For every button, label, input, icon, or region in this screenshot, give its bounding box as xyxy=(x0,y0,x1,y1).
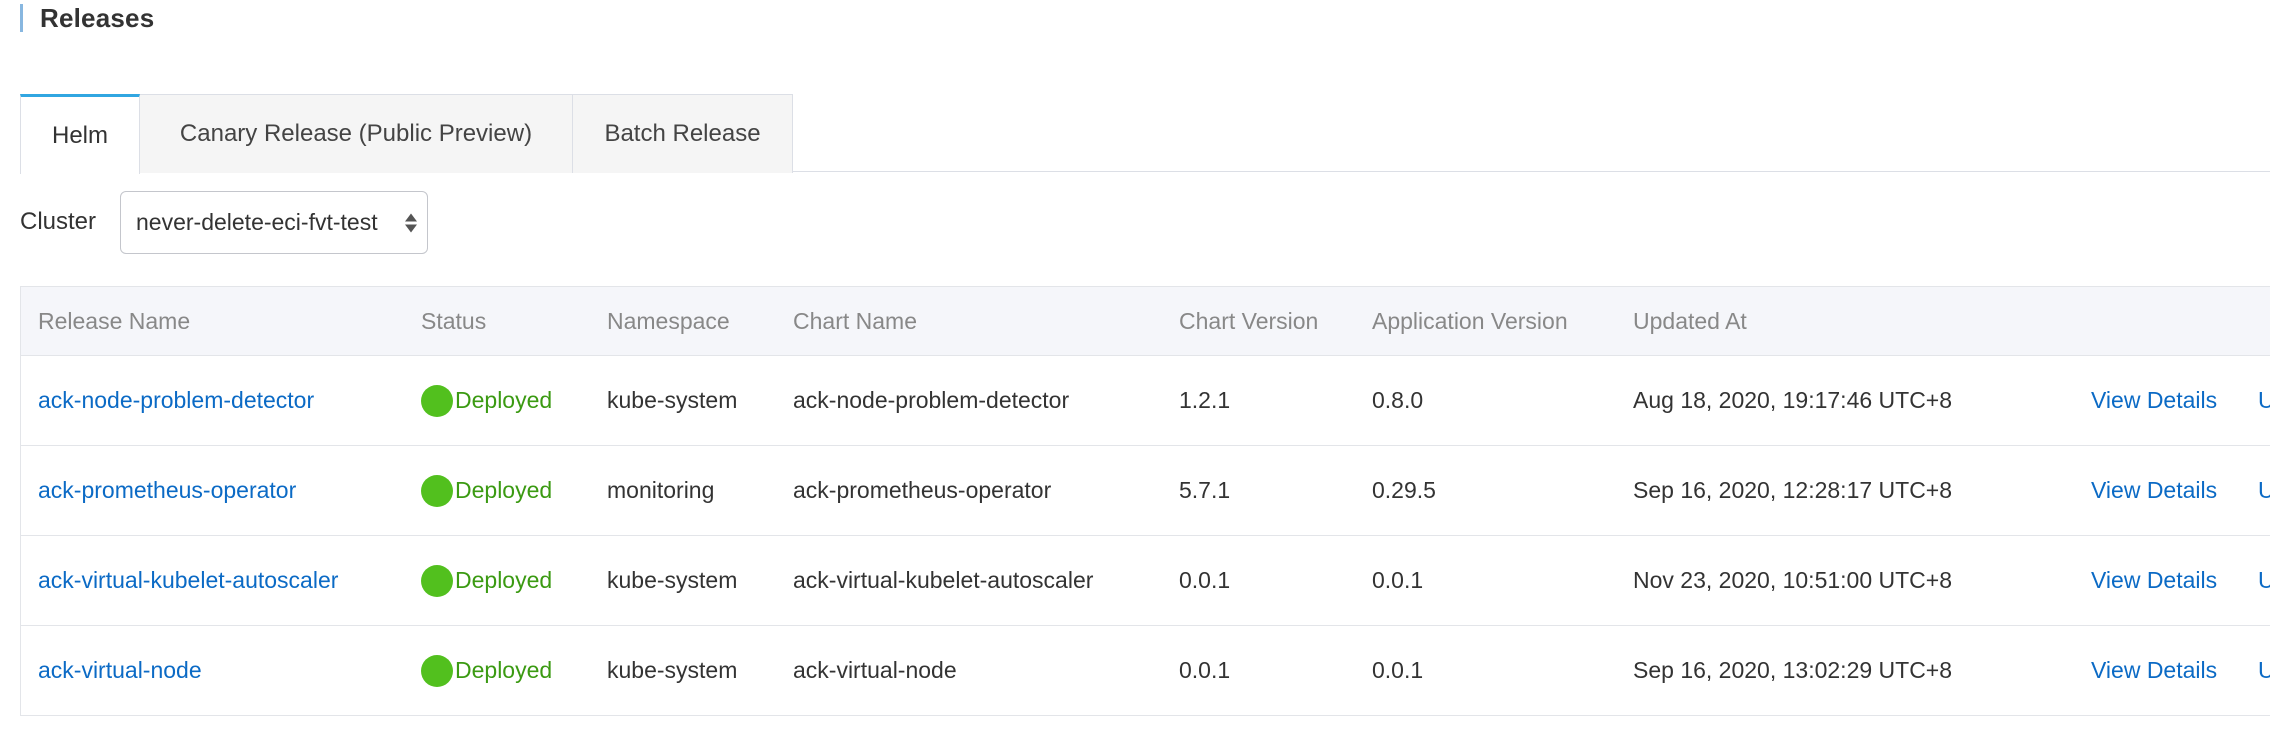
app-version-cell: 0.0.1 xyxy=(1372,657,1424,683)
tab-canary-release[interactable]: Canary Release (Public Preview) xyxy=(140,94,573,173)
chart-version-cell: 1.2.1 xyxy=(1179,387,1231,413)
updated-at-cell: Sep 16, 2020, 12:28:17 UTC+8 xyxy=(1633,477,1953,503)
view-details-link[interactable]: View Details xyxy=(2091,356,2217,445)
chart-name-cell: ack-virtual-node xyxy=(793,657,957,683)
updated-at-cell: Nov 23, 2020, 10:51:00 UTC+8 xyxy=(1633,567,1953,593)
app-version-cell: 0.29.5 xyxy=(1372,477,1436,503)
page-title: Releases xyxy=(40,2,155,33)
release-name-link[interactable]: ack-virtual-kubelet-autoscaler xyxy=(38,536,338,625)
cluster-select[interactable]: never-delete-eci-fvt-test xyxy=(120,191,428,254)
status-cell: Deployed xyxy=(421,536,552,625)
tab-batch-release[interactable]: Batch Release xyxy=(573,94,793,173)
namespace-cell: monitoring xyxy=(607,477,715,503)
status-text: Deployed xyxy=(455,657,553,683)
status-cell: Deployed xyxy=(421,356,552,445)
table-header: Release Name Status Namespace Chart Name… xyxy=(21,287,2270,356)
namespace-cell: kube-system xyxy=(607,387,738,413)
updated-at-cell: Aug 18, 2020, 19:17:46 UTC+8 xyxy=(1633,387,1953,413)
column-header-updated-at: Updated At xyxy=(1633,308,1747,334)
chart-version-cell: 0.0.1 xyxy=(1179,567,1231,593)
app-version-cell: 0.8.0 xyxy=(1372,387,1424,413)
table-row: ack-virtual-kubelet-autoscaler Deployed … xyxy=(21,536,2270,626)
column-header-chart-version: Chart Version xyxy=(1179,308,1319,334)
status-cell: Deployed xyxy=(421,446,552,535)
namespace-cell: kube-system xyxy=(607,657,738,683)
select-arrows-icon xyxy=(405,213,417,232)
status-dot-icon xyxy=(421,384,453,417)
table-row: ack-node-problem-detector Deployed kube-… xyxy=(21,356,2270,446)
update-link[interactable]: U xyxy=(2258,446,2270,535)
status-text: Deployed xyxy=(455,477,553,503)
chart-name-cell: ack-prometheus-operator xyxy=(793,477,1052,503)
status-text: Deployed xyxy=(455,387,553,413)
column-header-chart-name: Chart Name xyxy=(793,308,917,334)
cluster-filter: Cluster never-delete-eci-fvt-test xyxy=(20,188,428,256)
tab-helm[interactable]: Helm xyxy=(20,94,140,174)
chart-name-cell: ack-node-problem-detector xyxy=(793,387,1070,413)
chart-name-cell: ack-virtual-kubelet-autoscaler xyxy=(793,567,1094,593)
status-dot-icon xyxy=(421,654,453,687)
cluster-label: Cluster xyxy=(20,208,97,235)
status-dot-icon xyxy=(421,564,453,597)
status-dot-icon xyxy=(421,474,453,507)
update-link[interactable]: U xyxy=(2258,356,2270,445)
view-details-link[interactable]: View Details xyxy=(2091,446,2217,535)
update-link[interactable]: U xyxy=(2258,626,2270,715)
update-link[interactable]: U xyxy=(2258,536,2270,625)
release-name-link[interactable]: ack-prometheus-operator xyxy=(38,446,296,535)
table-row: ack-prometheus-operator Deployed monitor… xyxy=(21,446,2270,536)
release-tabs: Helm Canary Release (Public Preview) Bat… xyxy=(20,94,2270,174)
release-name-link[interactable]: ack-node-problem-detector xyxy=(38,356,314,445)
column-header-release-name: Release Name xyxy=(38,308,191,334)
cluster-select-value: never-delete-eci-fvt-test xyxy=(136,209,378,235)
table-row: ack-virtual-node Deployed kube-system ac… xyxy=(21,626,2270,716)
chart-version-cell: 0.0.1 xyxy=(1179,657,1231,683)
updated-at-cell: Sep 16, 2020, 13:02:29 UTC+8 xyxy=(1633,657,1953,683)
releases-table: Release Name Status Namespace Chart Name… xyxy=(20,286,2270,716)
namespace-cell: kube-system xyxy=(607,567,738,593)
chart-version-cell: 5.7.1 xyxy=(1179,477,1231,503)
status-text: Deployed xyxy=(455,567,553,593)
column-header-namespace: Namespace xyxy=(607,308,730,334)
release-name-link[interactable]: ack-virtual-node xyxy=(38,626,202,715)
view-details-link[interactable]: View Details xyxy=(2091,626,2217,715)
status-cell: Deployed xyxy=(421,626,552,715)
column-header-status: Status xyxy=(421,308,487,334)
column-header-application-version: Application Version xyxy=(1372,308,1568,334)
page-header: Releases xyxy=(20,2,155,33)
view-details-link[interactable]: View Details xyxy=(2091,536,2217,625)
app-version-cell: 0.0.1 xyxy=(1372,567,1424,593)
